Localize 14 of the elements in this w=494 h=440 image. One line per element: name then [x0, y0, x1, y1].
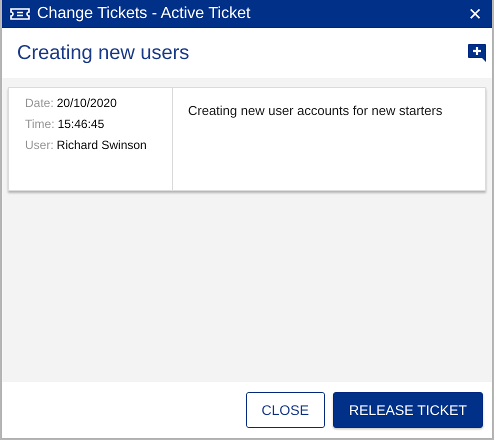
- field-label: Time:: [25, 117, 55, 131]
- ticket-icon: [10, 8, 30, 20]
- add-comment-icon[interactable]: [467, 43, 487, 63]
- ticket-description: Creating new user accounts for new starters: [187, 102, 442, 120]
- field-value: 15:46:45: [58, 117, 104, 131]
- field-value: 20/10/2020: [56, 96, 117, 110]
- close-button[interactable]: CLOSE: [246, 392, 325, 428]
- field-label: User:: [25, 138, 54, 152]
- field-value: Richard Swinson: [56, 138, 147, 152]
- window-title: Change Tickets - Active Ticket: [37, 5, 252, 23]
- ticket-title: Creating new users: [17, 42, 190, 64]
- close-button[interactable]: ✕: [468, 6, 482, 22]
- field-label: Date:: [25, 96, 54, 110]
- release-ticket-button[interactable]: RELEASE TICKET: [332, 392, 483, 428]
